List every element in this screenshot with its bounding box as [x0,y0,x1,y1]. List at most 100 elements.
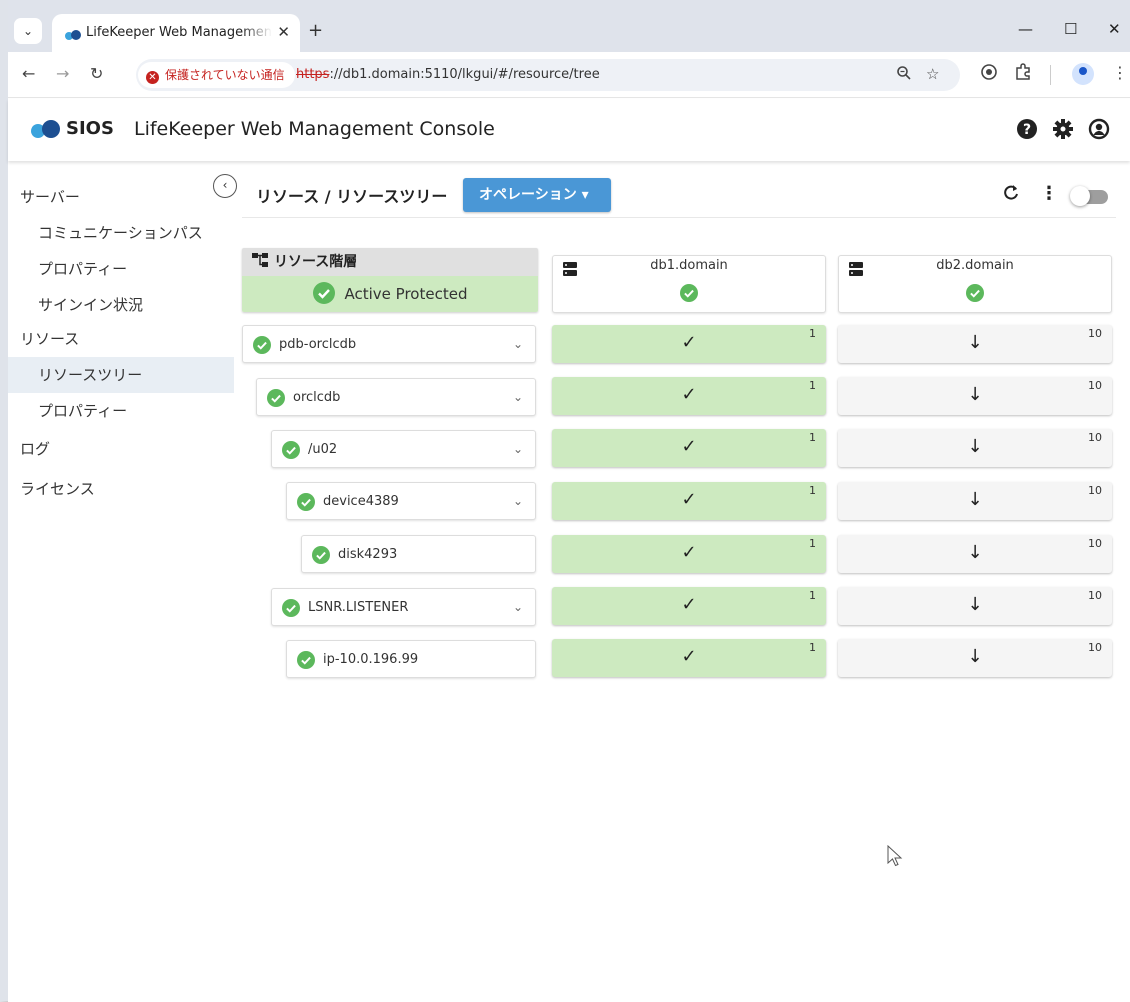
resource-node-orclcdb[interactable]: orclcdb ⌄ [256,378,536,416]
priority-number: 1 [809,641,816,654]
sidebar-item-servers[interactable]: サーバー [8,179,234,215]
sidebar-item-resource-tree[interactable]: リソースツリー [8,357,234,393]
hierarchy-status: Active Protected [344,285,468,303]
db1-state-cell[interactable]: ✓ 1 [552,429,826,467]
db2-state-cell[interactable]: ↓ 10 [838,429,1112,467]
resource-hierarchy-header: リソース階層 Active Protected [242,248,538,312]
sidebar-item-comm-paths[interactable]: コミュニケーションパス [8,215,234,251]
priority-number: 10 [1088,431,1102,444]
resource-node-u02[interactable]: /u02 ⌄ [271,430,536,468]
tab-list-button[interactable]: ⌄ [14,18,42,44]
mouse-pointer-icon [887,844,903,871]
extensions-puzzle-icon[interactable] [1014,63,1032,85]
window-close-icon[interactable]: ✕ [1108,20,1121,38]
resource-name: device4389 [323,494,399,509]
profile-avatar-icon[interactable] [1072,63,1094,85]
address-bar[interactable]: ✕ 保護されていない通信 https://db1.domain:5110/lkgu… [136,59,960,91]
url-text[interactable]: https://db1.domain:5110/lkgui/#/resource… [296,67,600,82]
db1-state-cell[interactable]: ✓ 1 [552,535,826,573]
db1-state-cell[interactable]: ✓ 1 [552,325,826,363]
operations-dropdown-button[interactable]: オペレーション ▾ [463,178,611,212]
standby-arrow-down-icon: ↓ [967,332,983,353]
in-service-check-icon: ✓ [681,542,697,563]
account-icon[interactable] [1088,118,1110,140]
standby-arrow-down-icon: ↓ [967,489,983,510]
brand-name: SIOS [66,118,114,139]
security-chip[interactable]: ✕ 保護されていない通信 [138,62,295,88]
browser-tab-active[interactable]: LifeKeeper Web Management Console ✕ [52,14,300,52]
sios-favicon-icon [64,26,82,45]
zoom-icon[interactable] [896,65,912,85]
resource-node-device4389[interactable]: device4389 ⌄ [286,482,536,520]
url-path: ://db1.domain:5110/lkgui/#/resource/tree [329,67,600,82]
chevron-down-icon[interactable]: ⌄ [513,337,523,351]
standby-arrow-down-icon: ↓ [967,594,983,615]
browser-menu-icon[interactable]: ⋮ [1112,63,1128,82]
bookmark-star-icon[interactable]: ☆ [926,65,939,83]
resource-name: disk4293 [338,547,398,562]
sidebar-collapse-button[interactable]: ‹ [213,174,237,198]
resource-ok-icon [282,441,300,463]
resource-ok-icon [253,336,271,358]
db1-state-cell[interactable]: ✓ 1 [552,587,826,625]
sidebar-nav: サーバー コミュニケーションパス プロパティー サインイン状況 リソース リソー… [8,161,234,1002]
db2-state-cell[interactable]: ↓ 10 [838,325,1112,363]
resource-ok-icon [267,389,285,411]
refresh-icon[interactable] [1002,183,1020,206]
sidebar-item-signin-status[interactable]: サインイン状況 [8,287,234,323]
new-tab-button[interactable]: + [308,20,323,41]
db2-state-cell[interactable]: ↓ 10 [838,482,1112,520]
view-toggle-switch[interactable] [1070,186,1108,206]
maximize-icon[interactable]: ☐ [1064,20,1077,38]
sidebar-item-license[interactable]: ライセンス [8,471,234,507]
extension-globe-icon[interactable] [980,63,998,85]
db2-state-cell[interactable]: ↓ 10 [838,639,1112,677]
resource-ok-icon [282,599,300,621]
server-card-db1[interactable]: db1.domain [552,255,826,313]
app-title: LifeKeeper Web Management Console [134,118,495,140]
db2-state-cell[interactable]: ↓ 10 [838,587,1112,625]
sidebar-item-resource-properties[interactable]: プロパティー [8,393,234,429]
active-check-icon [312,281,335,312]
db2-state-cell[interactable]: ↓ 10 [838,377,1112,415]
priority-number: 10 [1088,641,1102,654]
db1-state-cell[interactable]: ✓ 1 [552,639,826,677]
breadcrumb: リソース / リソースツリー [256,187,448,206]
resource-node-pdb-orclcdb[interactable]: pdb-orclcdb ⌄ [242,325,536,363]
standby-arrow-down-icon: ↓ [967,384,983,405]
reload-icon[interactable]: ↻ [90,64,103,83]
help-icon[interactable]: ? [1016,118,1038,140]
chevron-down-icon[interactable]: ⌄ [513,494,523,508]
url-scheme: https [296,67,330,82]
resource-ok-icon [312,546,330,568]
in-service-check-icon: ✓ [681,646,697,667]
priority-number: 10 [1088,537,1102,550]
sidebar-item-logs[interactable]: ログ [8,431,234,467]
server-card-db2[interactable]: db2.domain [838,255,1112,313]
db1-state-cell[interactable]: ✓ 1 [552,482,826,520]
more-options-icon[interactable]: ⋮ [1040,183,1058,204]
tab-close-icon[interactable]: ✕ [277,23,290,41]
db2-state-cell[interactable]: ↓ 10 [838,535,1112,573]
sidebar-item-resources[interactable]: リソース [8,321,234,357]
chevron-down-icon[interactable]: ⌄ [513,600,523,614]
forward-icon[interactable]: → [56,64,69,83]
sios-logo-icon [30,119,62,143]
db1-state-cell[interactable]: ✓ 1 [552,377,826,415]
sidebar-item-server-properties[interactable]: プロパティー [8,251,234,287]
back-icon[interactable]: ← [22,64,35,83]
insecure-warning-icon: ✕ [146,71,159,84]
priority-number: 10 [1088,589,1102,602]
resource-name: orclcdb [293,390,341,405]
settings-gear-icon[interactable] [1052,118,1074,140]
resource-node-lsnr-listener[interactable]: LSNR.LISTENER ⌄ [271,588,536,626]
chevron-down-icon[interactable]: ⌄ [513,442,523,456]
main-content: リソース / リソースツリー オペレーション ▾ ⋮ リソース階層 Active… [234,161,1130,1002]
chevron-down-icon[interactable]: ⌄ [513,390,523,404]
in-service-check-icon: ✓ [681,436,697,457]
resource-node-ip[interactable]: ip-10.0.196.99 [286,640,536,678]
tab-title: LifeKeeper Web Management Console [86,25,272,40]
priority-number: 10 [1088,379,1102,392]
resource-node-disk4293[interactable]: disk4293 [301,535,536,573]
minimize-icon[interactable]: — [1018,20,1033,38]
